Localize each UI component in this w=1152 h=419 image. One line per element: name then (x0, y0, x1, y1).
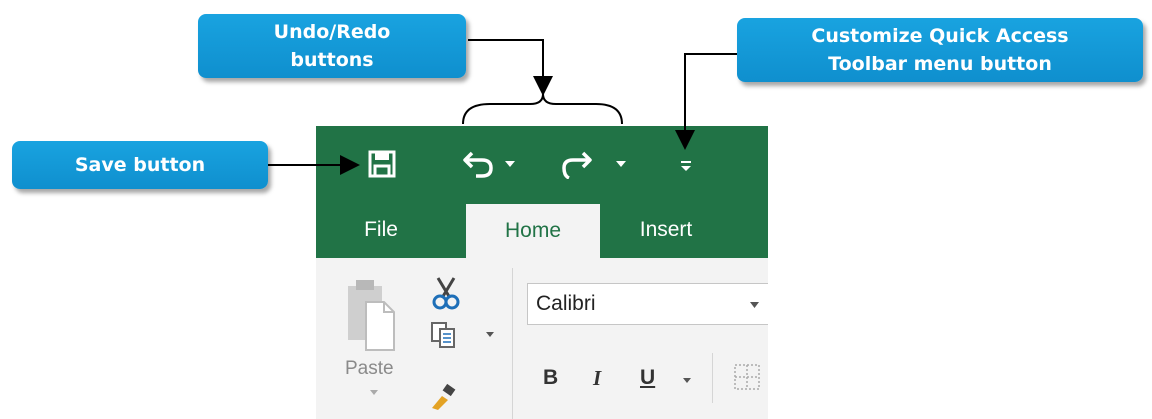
customize-callout-line1: Customize Quick Access (811, 25, 1069, 47)
undo-button[interactable] (459, 146, 499, 182)
cut-icon (432, 277, 460, 310)
customize-qat-icon (681, 161, 691, 171)
font-name-value: Calibri (536, 292, 596, 315)
redo-icon (562, 151, 592, 179)
quick-access-toolbar (316, 126, 768, 202)
customize-qat-callout: Customize Quick Access Toolbar menu butt… (737, 18, 1143, 82)
undo-redo-callout: Undo/Redo buttons (198, 14, 466, 78)
chevron-down-icon (616, 161, 626, 167)
copy-icon (431, 322, 455, 348)
chevron-down-icon (505, 161, 515, 167)
clipboard-icon (348, 280, 395, 351)
customize-callout-line2: Toolbar menu button (828, 53, 1052, 75)
paste-button[interactable]: Paste (342, 276, 404, 395)
group-separator (512, 268, 513, 419)
paste-label: Paste (345, 358, 394, 379)
chevron-down-icon (370, 390, 378, 395)
redo-button[interactable] (556, 146, 596, 182)
format-painter-button[interactable] (428, 382, 464, 416)
redo-dropdown-button[interactable] (613, 154, 629, 174)
undo-redo-callout-line1: Undo/Redo (273, 21, 391, 43)
ribbon-home: Paste Calibri B I U (316, 258, 768, 419)
tab-home[interactable]: Home (466, 204, 600, 258)
save-callout: Save button (12, 141, 268, 189)
format-separator (712, 353, 713, 403)
customize-qat-button[interactable] (676, 154, 696, 178)
undo-icon (463, 151, 493, 178)
font-name-combobox[interactable]: Calibri (527, 283, 768, 325)
chevron-down-icon[interactable] (750, 302, 759, 308)
borders-icon[interactable] (734, 364, 760, 390)
undo-dropdown-button[interactable] (502, 154, 518, 174)
chevron-down-icon[interactable] (683, 378, 691, 383)
copy-button[interactable] (428, 320, 496, 354)
bold-button[interactable]: B (543, 366, 558, 390)
save-button[interactable] (364, 146, 400, 182)
tab-insert[interactable]: Insert (616, 202, 716, 258)
ribbon-tabs: File Home Insert (316, 202, 768, 258)
save-icon (368, 150, 396, 178)
undo-redo-callout-line2: buttons (290, 49, 374, 71)
chevron-down-icon (486, 332, 494, 337)
tab-file[interactable]: File (346, 202, 416, 258)
excel-window: File Home Insert Paste Calibri B I U (316, 126, 768, 419)
format-painter-icon (432, 383, 456, 410)
cut-button[interactable] (428, 276, 468, 310)
underline-button[interactable]: U (640, 366, 655, 390)
italic-button[interactable]: I (593, 366, 601, 391)
save-callout-label: Save button (74, 154, 206, 176)
